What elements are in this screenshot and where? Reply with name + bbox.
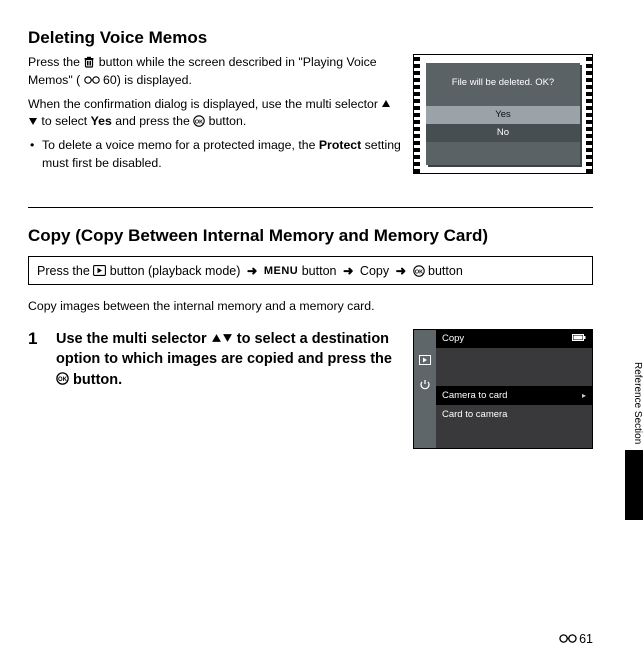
copy-menu-screenshot: Copy Camera to card ▸ Card to camera xyxy=(413,329,593,449)
t: to select xyxy=(41,114,90,128)
divider xyxy=(28,207,593,208)
t: button. xyxy=(73,372,122,388)
t: button. xyxy=(209,114,247,128)
t: button xyxy=(302,264,340,278)
t: button (playback mode) xyxy=(110,264,244,278)
step-number: 1 xyxy=(28,329,46,349)
trash-icon xyxy=(83,56,95,68)
menu-item-camera-to-card: Camera to card xyxy=(442,386,507,405)
section1-body: Press the button while the screen descri… xyxy=(28,54,401,179)
step-text: Use the multi selector to select a desti… xyxy=(56,329,403,390)
ok-icon: OK xyxy=(193,115,205,127)
copy-desc: Copy images between the internal memory … xyxy=(28,299,593,313)
t: Use the multi selector xyxy=(56,331,211,347)
arrow-icon: ➜ xyxy=(244,264,260,278)
dialog-yes-button: Yes xyxy=(426,106,580,124)
ok-icon: OK xyxy=(56,372,69,385)
t: Press the xyxy=(37,264,93,278)
heading-deleting: Deleting Voice Memos xyxy=(28,28,593,48)
t: button xyxy=(428,264,463,278)
ok-icon: OK xyxy=(413,265,425,277)
menu-title: Copy xyxy=(442,330,464,348)
chevron-right-icon: ▸ xyxy=(582,386,586,405)
up-icon xyxy=(211,333,222,343)
page-footer: 61 xyxy=(559,632,593,646)
protect-word: Protect xyxy=(319,138,361,152)
t: Press the xyxy=(28,55,83,69)
svg-text:OK: OK xyxy=(58,377,68,383)
arrow-icon: ➜ xyxy=(393,264,409,278)
menu-item-card-to-camera: Card to camera xyxy=(442,405,507,424)
t: To delete a voice memo for a protected i… xyxy=(42,138,319,152)
dialog-no-button: No xyxy=(426,124,580,142)
up-icon xyxy=(381,99,391,108)
delete-dialog-screenshot: File will be deleted. OK? Yes No xyxy=(413,54,593,174)
heading-copy: Copy (Copy Between Internal Memory and M… xyxy=(28,226,593,246)
side-tab: Reference Section xyxy=(623,280,643,540)
svg-text:OK: OK xyxy=(195,120,203,126)
ref-icon xyxy=(84,75,100,85)
down-icon xyxy=(28,117,38,126)
arrow-icon: ➜ xyxy=(340,264,356,278)
side-tab-block xyxy=(625,450,643,520)
menu-icon: MENU xyxy=(264,265,298,277)
nav-path-box: Press the button (playback mode) ➜ MENU … xyxy=(28,256,593,285)
ref-icon xyxy=(559,633,577,644)
play-tab-icon xyxy=(419,352,431,364)
t: 60) is displayed. xyxy=(103,73,192,87)
t: Copy xyxy=(360,264,393,278)
t: and press the xyxy=(115,114,193,128)
svg-text:OK: OK xyxy=(414,269,422,275)
setup-tab-icon xyxy=(419,378,431,390)
side-tab-label: Reference Section xyxy=(623,280,643,450)
battery-icon xyxy=(572,330,586,348)
yes-word: Yes xyxy=(91,114,112,128)
playback-icon xyxy=(93,265,106,276)
dialog-message: File will be deleted. OK? xyxy=(426,63,580,106)
page-number: 61 xyxy=(579,632,593,646)
t: When the confirmation dialog is displaye… xyxy=(28,97,381,111)
down-icon xyxy=(222,333,233,343)
